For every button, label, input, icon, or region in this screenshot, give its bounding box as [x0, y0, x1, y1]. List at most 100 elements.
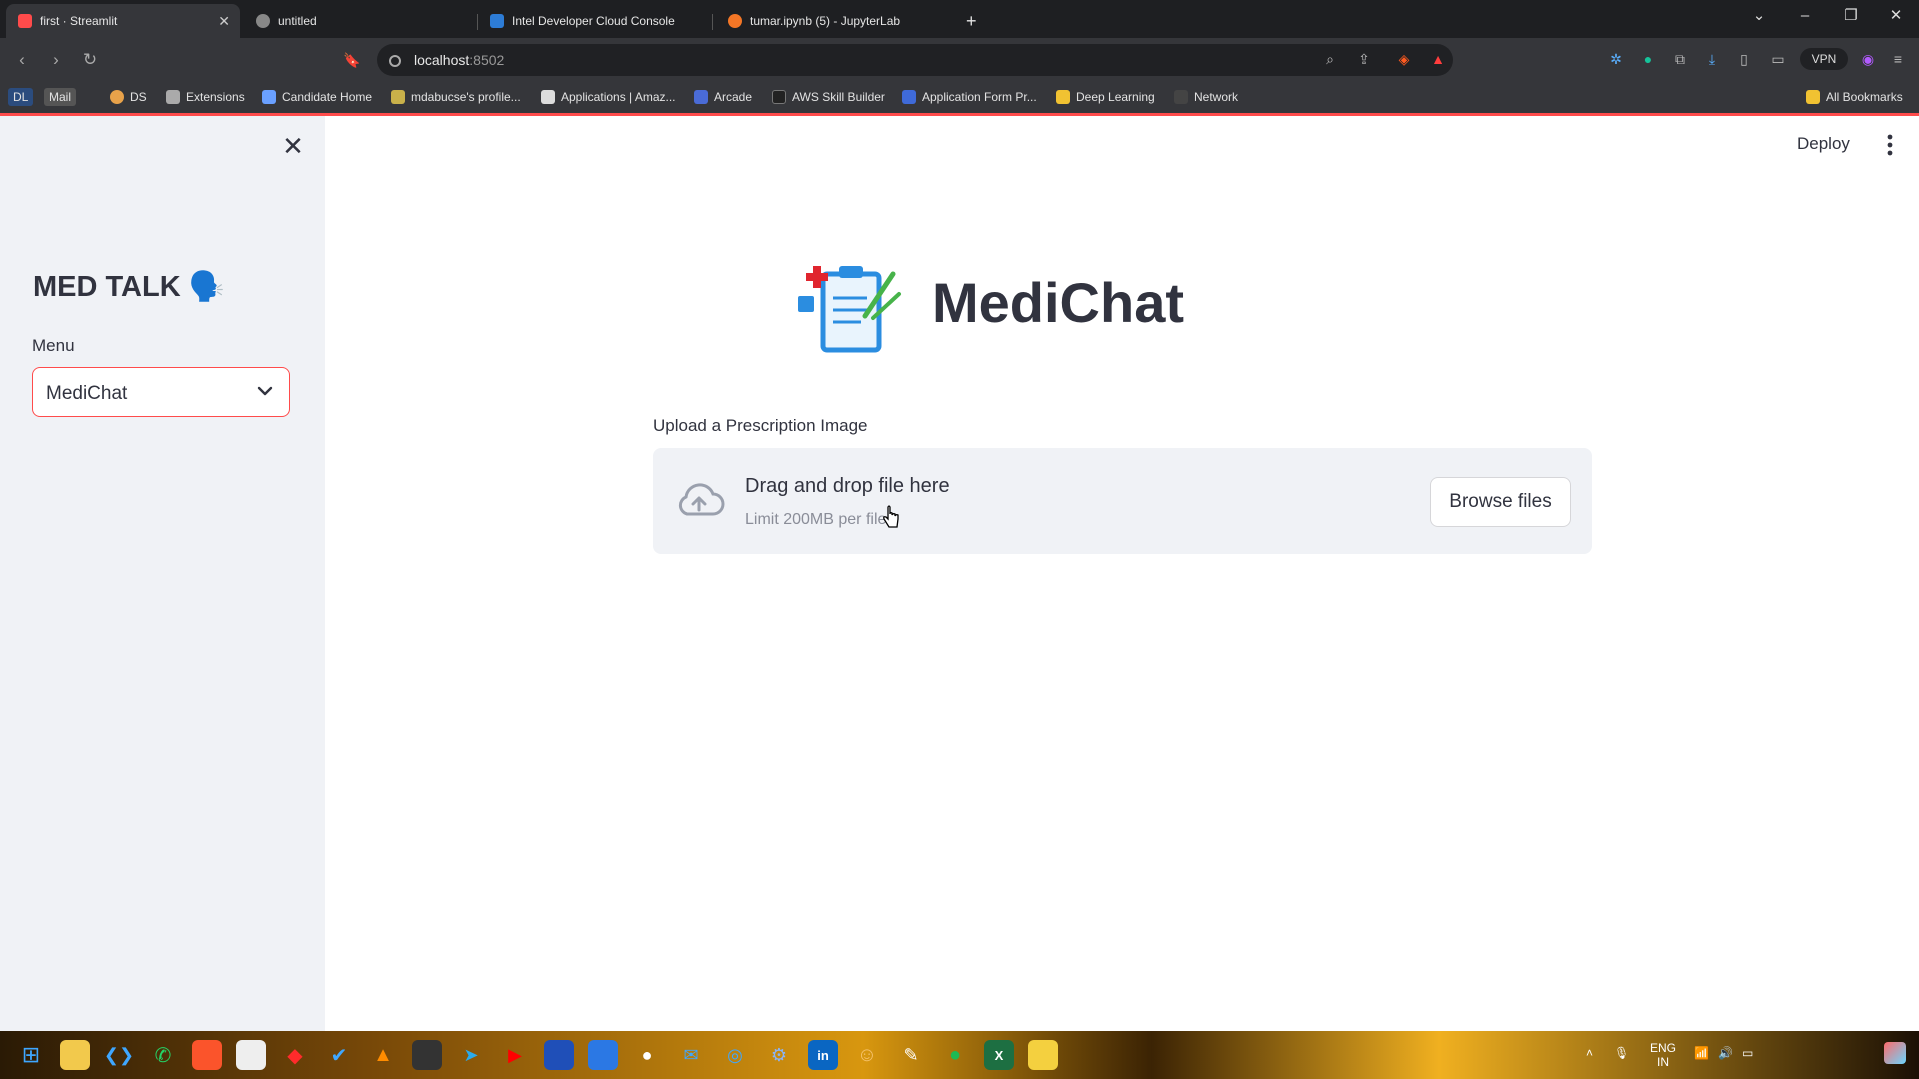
- notification-icon[interactable]: [1884, 1042, 1906, 1064]
- cloud-upload-icon: [678, 483, 725, 516]
- spotify-icon[interactable]: ●: [940, 1040, 970, 1070]
- upload-label: Upload a Prescription Image: [653, 416, 868, 435]
- dropzone-limit: Limit 200MB per file: [745, 511, 887, 528]
- main-menu-icon[interactable]: [1880, 130, 1900, 160]
- bookmark-icon[interactable]: 🔖: [340, 48, 364, 72]
- tray-overflow-icon[interactable]: ˄: [1586, 1046, 1593, 1060]
- back-icon[interactable]: ‹: [10, 48, 34, 72]
- volume-icon[interactable]: 🔊: [1718, 1046, 1733, 1060]
- share-icon[interactable]: ⇪: [1354, 49, 1374, 69]
- bookmark-extensions[interactable]: Extensions: [166, 85, 245, 109]
- profile-icon[interactable]: ◉: [1858, 49, 1878, 69]
- language-indicator[interactable]: ENG IN: [1650, 1041, 1676, 1069]
- bookmark-ds[interactable]: DS: [110, 85, 147, 109]
- drop-app-icon[interactable]: ●: [632, 1040, 662, 1070]
- windows-start-icon[interactable]: ⊞: [16, 1040, 46, 1070]
- site-info-icon[interactable]: [389, 55, 401, 67]
- globe-icon: [256, 14, 270, 28]
- bookmark-applications[interactable]: Applications | Amaz...: [541, 85, 676, 109]
- url-text[interactable]: localhost:8502: [414, 52, 504, 68]
- brave-rewards-icon[interactable]: ▲: [1428, 49, 1448, 69]
- minimize-icon[interactable]: –: [1782, 0, 1828, 30]
- avatar-app-icon[interactable]: ☺: [852, 1040, 882, 1070]
- tab-divider: [712, 14, 713, 30]
- bookmark-candidate-home[interactable]: Candidate Home: [262, 85, 372, 109]
- telegram-icon[interactable]: ➤: [456, 1040, 486, 1070]
- wifi-icon[interactable]: 📶: [1694, 1046, 1709, 1060]
- hand-cursor-icon: [883, 505, 899, 528]
- tab-untitled[interactable]: untitled: [244, 4, 474, 38]
- battery-icon[interactable]: ▭: [1742, 1046, 1753, 1060]
- youtube-icon[interactable]: ▶: [500, 1040, 530, 1070]
- browser-menu-icon[interactable]: ≡: [1888, 49, 1908, 69]
- jupyter-icon: [728, 14, 742, 28]
- wallet-icon[interactable]: ▭: [1768, 49, 1788, 69]
- bookmark-deep-learning[interactable]: Deep Learning: [1056, 85, 1155, 109]
- browse-files-button[interactable]: Browse files: [1430, 477, 1571, 527]
- close-tab-icon[interactable]: ✕: [218, 13, 230, 30]
- settings-icon[interactable]: ⚙: [764, 1040, 794, 1070]
- tab-intel[interactable]: Intel Developer Cloud Console: [478, 4, 708, 38]
- bookmark-dl[interactable]: DL: [8, 85, 34, 109]
- restore-icon[interactable]: ❐: [1828, 0, 1874, 30]
- deploy-button[interactable]: Deploy: [1797, 134, 1850, 154]
- sidebar: [0, 116, 325, 1031]
- microphone-icon[interactable]: 🎙: [1614, 1046, 1629, 1060]
- menu-label: Menu: [32, 336, 75, 355]
- extension-icon[interactable]: ✲: [1606, 49, 1626, 69]
- tab-search-icon[interactable]: ⌄: [1736, 0, 1782, 30]
- bookmark-profile[interactable]: mdabucse's profile...: [391, 85, 521, 109]
- download-icon[interactable]: ⤓: [1702, 49, 1722, 69]
- sidebar-toggle-icon[interactable]: ▯: [1734, 49, 1754, 69]
- tab-jupyter[interactable]: tumar.ipynb (5) - JupyterLab: [716, 4, 946, 38]
- address-bar[interactable]: [377, 44, 1453, 76]
- zoom-icon[interactable]: ⌕: [1320, 49, 1340, 69]
- todo-icon[interactable]: ✔: [324, 1040, 354, 1070]
- extensions-puzzle-icon[interactable]: ⧉: [1670, 49, 1690, 69]
- chevron-down-icon[interactable]: [254, 380, 276, 402]
- page-title: MediChat: [932, 271, 1184, 334]
- tab-title: first · Streamlit: [40, 14, 118, 28]
- bookmark-mail[interactable]: Mail: [44, 85, 77, 109]
- edge-icon[interactable]: ◎: [720, 1040, 750, 1070]
- anydesk-icon[interactable]: ◆: [280, 1040, 310, 1070]
- brave-browser-icon[interactable]: [192, 1040, 222, 1070]
- reload-icon[interactable]: ↻: [78, 48, 102, 72]
- tab-title: tumar.ipynb (5) - JupyterLab: [750, 14, 901, 28]
- vpn-button[interactable]: VPN: [1800, 48, 1848, 70]
- folder-icon: [1806, 90, 1820, 104]
- sidebar-title: MED TALK 🗣️: [33, 271, 225, 303]
- grammarly-icon[interactable]: ●: [1638, 49, 1658, 69]
- terminal-icon[interactable]: [412, 1040, 442, 1070]
- linkedin-icon[interactable]: in: [808, 1040, 838, 1070]
- close-window-icon[interactable]: ✕: [1873, 0, 1919, 30]
- outlook-icon[interactable]: ✉: [676, 1040, 706, 1070]
- mail-app-icon[interactable]: [544, 1040, 574, 1070]
- store-icon[interactable]: [236, 1040, 266, 1070]
- new-tab-button[interactable]: +: [966, 4, 992, 38]
- file-explorer-icon[interactable]: [60, 1040, 90, 1070]
- excel-icon[interactable]: X: [984, 1040, 1014, 1070]
- folder-icon: [1056, 90, 1070, 104]
- bookmark-application-form[interactable]: Application Form Pr...: [902, 85, 1037, 109]
- bookmark-aws[interactable]: AWS Skill Builder: [772, 85, 885, 109]
- forward-icon[interactable]: ›: [44, 48, 68, 72]
- close-sidebar-icon[interactable]: ✕: [280, 131, 306, 161]
- vscode-icon[interactable]: ❮❯: [104, 1040, 134, 1070]
- intel-icon: [490, 14, 504, 28]
- tab-title: untitled: [278, 14, 317, 28]
- tab-title: Intel Developer Cloud Console: [512, 14, 675, 28]
- bookmark-arcade[interactable]: Arcade: [694, 85, 752, 109]
- vlc-icon[interactable]: ▲: [368, 1040, 398, 1070]
- word-icon[interactable]: [588, 1040, 618, 1070]
- prescription-logo-icon: [798, 266, 901, 353]
- tab-streamlit[interactable]: first · Streamlit ✕: [6, 4, 240, 38]
- snipping-tool-icon[interactable]: [1028, 1040, 1058, 1070]
- streamlit-icon: [18, 14, 32, 28]
- pen-app-icon[interactable]: ✎: [896, 1040, 926, 1070]
- all-bookmarks[interactable]: All Bookmarks: [1806, 85, 1903, 109]
- menu-select-value: MediChat: [46, 383, 128, 404]
- bookmark-network[interactable]: Network: [1174, 85, 1238, 109]
- brave-shields-icon[interactable]: ◈: [1394, 49, 1414, 69]
- whatsapp-icon[interactable]: ✆: [148, 1040, 178, 1070]
